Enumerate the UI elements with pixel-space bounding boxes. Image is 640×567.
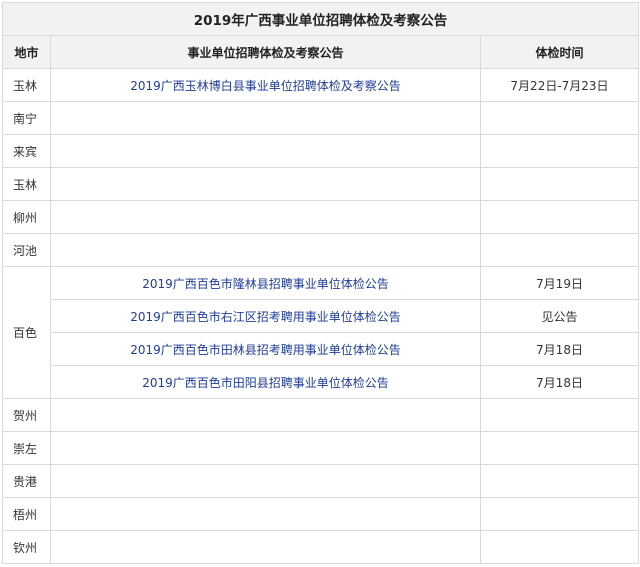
- date-cell: 7月18日: [480, 365, 639, 399]
- notice-cell: [50, 464, 481, 498]
- date-cell: [480, 497, 639, 531]
- city-cell: 柳州: [2, 200, 51, 234]
- header-row: 地市 事业单位招聘体检及考察公告 体检时间: [2, 35, 639, 69]
- table-row: 贺州: [2, 398, 639, 432]
- header-city: 地市: [2, 35, 51, 69]
- notice-cell: 2019广西百色市田阳县招聘事业单位体检公告: [50, 365, 481, 399]
- notice-link[interactable]: 2019广西百色市田林县招考聘用事业单位体检公告: [130, 343, 401, 357]
- table-row: 百色 2019广西百色市隆林县招聘事业单位体检公告 7月19日: [2, 266, 639, 399]
- table-row: 柳州: [2, 200, 639, 234]
- date-cell: 7月18日: [480, 332, 639, 366]
- date-cell: [480, 233, 639, 267]
- notice-cell: [50, 431, 481, 465]
- table-row: 2019广西百色市右江区招考聘用事业单位体检公告 见公告: [3, 299, 639, 333]
- city-cell: 崇左: [2, 431, 51, 465]
- notice-link[interactable]: 2019广西百色市田阳县招聘事业单位体检公告: [142, 376, 389, 390]
- notice-cell: [50, 398, 481, 432]
- date-cell: [480, 134, 639, 168]
- notice-cell: [50, 530, 481, 564]
- notice-link[interactable]: 2019广西百色市右江区招考聘用事业单位体检公告: [130, 310, 401, 324]
- city-cell: 钦州: [2, 530, 51, 564]
- title-row: 2019年广西事业单位招聘体检及考察公告: [2, 2, 639, 36]
- notice-cell: 2019广西百色市右江区招考聘用事业单位体检公告: [50, 299, 481, 333]
- table-row: 崇左: [2, 431, 639, 465]
- header-notice: 事业单位招聘体检及考察公告: [50, 35, 481, 69]
- date-cell: 7月22日-7月23日: [480, 68, 639, 102]
- date-cell: [480, 101, 639, 135]
- header-date: 体检时间: [480, 35, 639, 69]
- notice-cell: [50, 200, 481, 234]
- city-cell: 百色: [2, 266, 51, 399]
- notice-cell: 2019广西玉林博白县事业单位招聘体检及考察公告: [50, 68, 481, 102]
- date-cell: [480, 398, 639, 432]
- city-cell: 玉林: [2, 167, 51, 201]
- table-title: 2019年广西事业单位招聘体检及考察公告: [2, 2, 639, 36]
- table-row: 玉林: [2, 167, 639, 201]
- table-row: 钦州: [2, 530, 639, 564]
- date-cell: [480, 530, 639, 564]
- notice-cell: [50, 497, 481, 531]
- table-row: 玉林 2019广西玉林博白县事业单位招聘体检及考察公告 7月22日-7月23日: [2, 68, 639, 102]
- city-cell: 玉林: [2, 68, 51, 102]
- city-cell: 梧州: [2, 497, 51, 531]
- notice-link[interactable]: 2019广西玉林博白县事业单位招聘体检及考察公告: [130, 79, 401, 93]
- notice-cell: 2019广西百色市隆林县招聘事业单位体检公告: [50, 266, 481, 300]
- table-row: 来宾: [2, 134, 639, 168]
- notice-cell: [50, 167, 481, 201]
- notice-cell: 2019广西百色市田林县招考聘用事业单位体检公告: [50, 332, 481, 366]
- table-row: 河池: [2, 233, 639, 267]
- date-cell: [480, 200, 639, 234]
- city-cell: 来宾: [2, 134, 51, 168]
- date-cell: [480, 167, 639, 201]
- notice-cell: [50, 233, 481, 267]
- table-row: 2019广西百色市田林县招考聘用事业单位体检公告 7月18日: [3, 332, 639, 366]
- table-row: 贵港: [2, 464, 639, 498]
- table-row: 梧州: [2, 497, 639, 531]
- city-cell: 贺州: [2, 398, 51, 432]
- notice-link[interactable]: 2019广西百色市隆林县招聘事业单位体检公告: [142, 277, 389, 291]
- date-cell: [480, 431, 639, 465]
- table-row: 南宁: [2, 101, 639, 135]
- date-cell: [480, 464, 639, 498]
- notice-table: 2019年广西事业单位招聘体检及考察公告 地市 事业单位招聘体检及考察公告 体检…: [2, 2, 639, 564]
- date-cell: 7月19日: [480, 266, 639, 300]
- city-cell: 河池: [2, 233, 51, 267]
- city-cell: 南宁: [2, 101, 51, 135]
- city-cell: 贵港: [2, 464, 51, 498]
- notice-cell: [50, 134, 481, 168]
- date-cell: 见公告: [480, 299, 639, 333]
- notice-cell: [50, 101, 481, 135]
- table-row: 2019广西百色市田阳县招聘事业单位体检公告 7月18日: [3, 365, 639, 399]
